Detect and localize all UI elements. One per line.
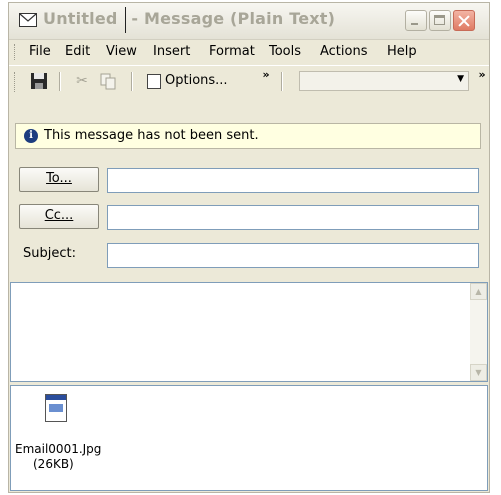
title-rest: - Message (Plain Text) — [131, 9, 336, 28]
standard-toolbar: ✂ Options... » ▼ » — [9, 65, 489, 96]
toolbar-separator — [131, 72, 133, 91]
text-cursor — [125, 7, 126, 33]
window-title: Untitled - Message (Plain Text) — [43, 9, 335, 28]
info-icon: i — [24, 129, 38, 143]
options-label: Options... — [165, 73, 228, 88]
info-text: This message has not been sent. — [44, 128, 259, 143]
envelope-icon — [19, 13, 37, 27]
toolbar-overflow-icon-2[interactable]: » — [477, 69, 487, 80]
scroll-up-icon[interactable]: ▲ — [470, 283, 487, 300]
menu-insert[interactable]: Insert — [153, 44, 190, 59]
options-button[interactable]: Options... — [145, 70, 249, 92]
attachment-size: (26KB) — [33, 457, 74, 471]
menu-help[interactable]: Help — [387, 44, 417, 59]
vertical-scrollbar[interactable]: ▲ ▼ — [470, 283, 487, 381]
menu-file[interactable]: File — [29, 44, 51, 59]
menu-tools[interactable]: Tools — [269, 44, 301, 59]
title-bar[interactable]: Untitled - Message (Plain Text) — [9, 3, 489, 40]
menu-actions[interactable]: Actions — [320, 44, 368, 59]
title-document: Untitled — [43, 9, 118, 28]
message-window: Untitled - Message (Plain Text) File Edi… — [8, 2, 490, 493]
menu-edit[interactable]: Edit — [65, 44, 90, 59]
info-bar: i This message has not been sent. — [15, 123, 481, 149]
scissors-icon[interactable]: ✂ — [73, 70, 91, 92]
to-field[interactable] — [107, 168, 479, 193]
to-button[interactable]: To... — [19, 167, 99, 192]
toolbar-overflow-icon[interactable]: » — [261, 69, 271, 80]
cc-button[interactable]: Cc... — [19, 204, 99, 229]
save-icon[interactable] — [29, 70, 49, 92]
toolbar-separator — [59, 72, 61, 91]
close-button[interactable] — [453, 10, 475, 31]
scroll-down-icon[interactable]: ▼ — [470, 364, 487, 381]
menu-view[interactable]: View — [106, 44, 137, 59]
options-icon — [147, 74, 161, 89]
copy-icon[interactable] — [99, 70, 117, 92]
subject-field[interactable] — [107, 243, 479, 268]
menu-format[interactable]: Format — [209, 44, 255, 59]
subject-label: Subject: — [23, 246, 76, 261]
image-file-icon[interactable] — [45, 394, 67, 422]
menu-grip[interactable] — [14, 44, 18, 60]
message-form: i This message has not been sent. To... … — [9, 96, 489, 492]
minimize-button[interactable] — [405, 10, 427, 31]
attachment-name[interactable]: Email0001.Jpg — [15, 442, 101, 456]
menu-bar: File Edit View Insert Format Tools Actio… — [9, 40, 489, 64]
cc-field[interactable] — [107, 205, 479, 230]
maximize-button[interactable] — [429, 10, 451, 31]
toolbar-separator — [281, 72, 283, 91]
chevron-down-icon: ▼ — [457, 74, 464, 84]
attachments-pane: Email0001.Jpg (26KB) — [10, 385, 488, 491]
message-body[interactable]: ▲ ▼ — [10, 282, 488, 382]
toolbar-grip[interactable] — [14, 72, 18, 92]
toolbar-combo-box[interactable]: ▼ — [299, 71, 469, 91]
